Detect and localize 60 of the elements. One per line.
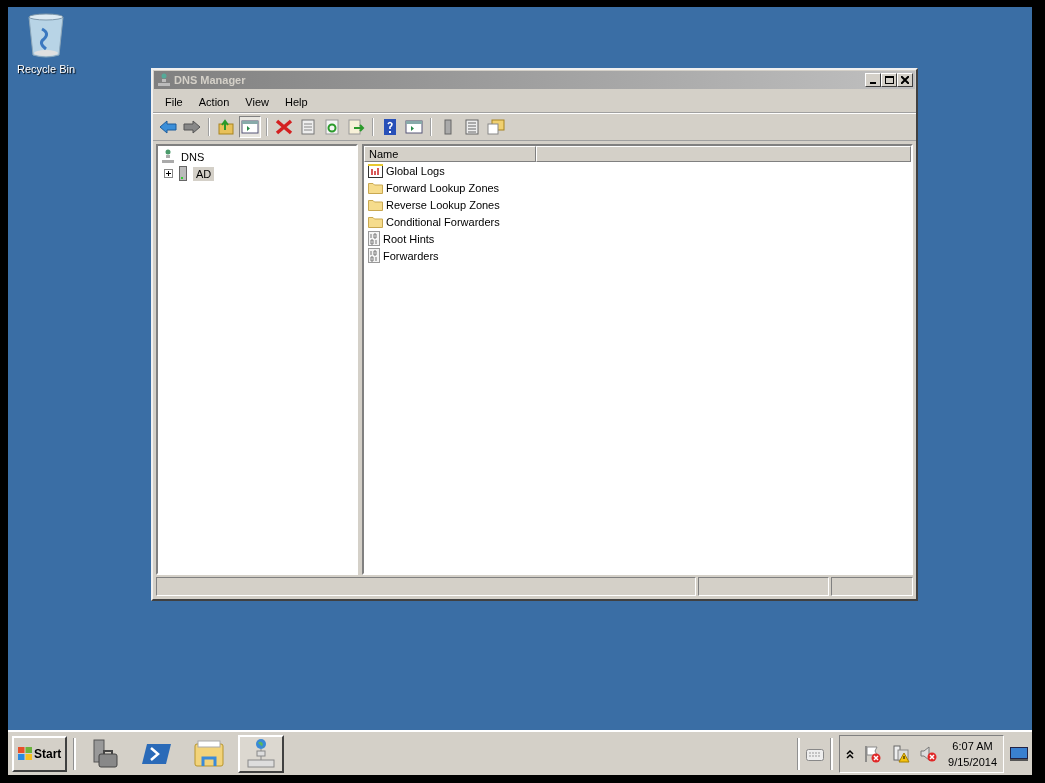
close-icon — [901, 76, 909, 84]
chevron-up-icon[interactable] — [846, 748, 855, 759]
back-icon — [159, 119, 177, 135]
folder-icon — [368, 181, 383, 194]
folder-icon — [368, 215, 383, 228]
log-icon — [368, 163, 383, 178]
menu-item[interactable]: Help — [276, 94, 316, 110]
windows-flag-icon — [18, 747, 32, 760]
column-header[interactable] — [536, 146, 911, 162]
help-icon — [381, 119, 399, 135]
export-icon — [347, 119, 365, 135]
list-item[interactable]: Global Logs — [386, 164, 445, 177]
tree-item[interactable]: AD — [193, 166, 215, 181]
up-icon — [217, 119, 235, 135]
tree-icon — [241, 119, 259, 135]
export-toolbar-button[interactable] — [345, 116, 367, 138]
menu-item[interactable]: View — [237, 94, 277, 110]
expand-toggle[interactable] — [164, 169, 173, 178]
network-tree-icon — [158, 73, 170, 87]
folders-icon — [487, 119, 505, 135]
network-warning-icon[interactable] — [892, 744, 911, 763]
maximize-icon — [884, 76, 894, 84]
folders-toolbar-button[interactable] — [485, 116, 507, 138]
clock-time[interactable]: 6:07 AM — [952, 737, 993, 754]
list-item[interactable]: Conditional Forwarders — [386, 215, 500, 228]
close-button[interactable] — [897, 73, 913, 87]
list-icon — [463, 119, 481, 135]
window-title: DNS Manager — [174, 74, 247, 86]
trash-can-icon[interactable] — [26, 13, 66, 59]
forward-icon — [183, 119, 201, 135]
delete-icon — [275, 119, 293, 135]
list-item[interactable]: Forwarders — [383, 249, 439, 262]
tree-toolbar-button[interactable] — [239, 116, 261, 138]
menu-item[interactable]: File — [157, 94, 191, 110]
list-item[interactable]: Forward Lookup Zones — [386, 181, 500, 194]
flag-error-icon[interactable] — [864, 744, 883, 763]
pane-icon — [405, 119, 423, 135]
binary-file-icon — [368, 231, 380, 246]
speaker-muted-icon[interactable] — [920, 744, 939, 763]
folder-icon — [368, 198, 383, 211]
menu-item[interactable]: Action — [190, 94, 238, 110]
dns-taskbar-button[interactable] — [238, 734, 285, 773]
maximize-button[interactable] — [881, 73, 897, 87]
start-button[interactable]: Start — [12, 735, 68, 772]
server-icon — [179, 166, 187, 181]
properties-icon — [299, 119, 317, 135]
minimize-button[interactable] — [865, 73, 881, 87]
list-item[interactable]: Root Hints — [383, 232, 435, 245]
list-item[interactable]: Reverse Lookup Zones — [386, 198, 500, 211]
tree-item[interactable]: DNS — [178, 149, 208, 164]
network-tree-icon — [162, 149, 174, 164]
show-desktop-icon[interactable] — [1010, 746, 1028, 761]
explorer-icon — [193, 737, 226, 770]
clock-date[interactable]: 9/15/2014 — [948, 753, 997, 770]
column-header[interactable]: Name — [364, 146, 536, 162]
binary-file-icon — [368, 248, 380, 263]
desktop-icon-label[interactable]: Recycle Bin — [16, 63, 76, 75]
keyboard-icon[interactable] — [806, 746, 825, 761]
refresh-icon — [323, 119, 341, 135]
dns-icon — [245, 737, 278, 770]
